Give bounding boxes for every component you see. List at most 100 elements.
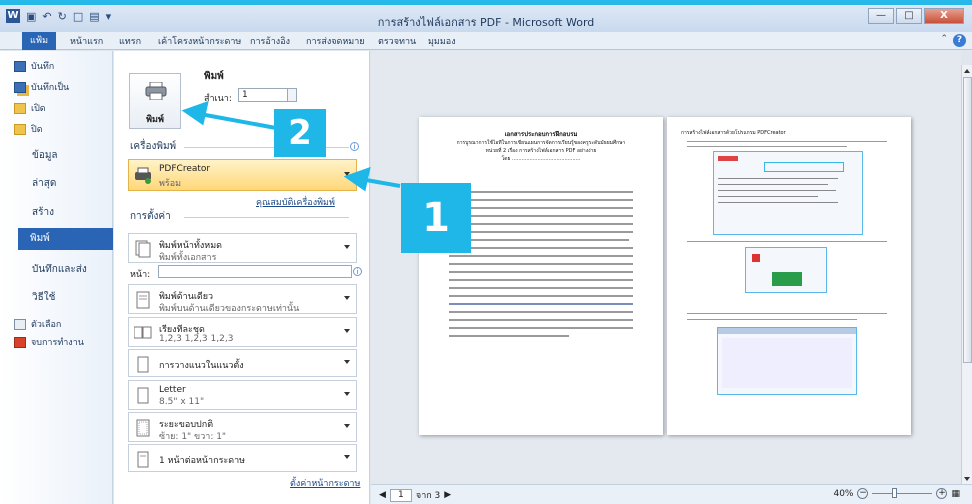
- nav-save-as-label: บันทึกเป็น: [31, 83, 70, 93]
- printer-info-icon[interactable]: i: [350, 142, 359, 151]
- print-heading: พิมพ์: [204, 71, 224, 82]
- zoom-level: 40%: [833, 488, 854, 499]
- nav-recent[interactable]: ล่าสุด: [32, 176, 56, 191]
- text-line: [449, 231, 633, 233]
- text-line: [449, 319, 633, 321]
- collate-icon: [134, 326, 152, 339]
- page-setup-link[interactable]: ตั้งค่าหน้ากระดาษ: [290, 476, 360, 490]
- nav-options[interactable]: ตัวเลือก: [14, 317, 61, 331]
- printer-properties-link[interactable]: คุณสมบัติเครื่องพิมพ์: [256, 195, 335, 209]
- nav-exit[interactable]: จบการทำงาน: [14, 335, 84, 349]
- orientation-label: การวางแนวในแนวตั้ง: [159, 361, 244, 371]
- pages-input[interactable]: [158, 265, 352, 278]
- preview-page-2: การสร้างไฟล์เอกสารด้วยโปรแกรม PDFCreator: [667, 117, 911, 435]
- backstage-nav: บันทึก บันทึกเป็น เปิด ปิด ข้อมูล ล่าสุด…: [0, 51, 113, 504]
- prev-page-icon[interactable]: ◀: [379, 490, 386, 500]
- zoom-control: 40% − + ▦: [833, 488, 960, 499]
- exit-icon: [14, 336, 26, 348]
- installer-thumbnail: [717, 327, 857, 395]
- nav-save-as[interactable]: บันทึกเป็น: [14, 80, 69, 94]
- tab-review[interactable]: ตรวจทาน: [378, 34, 416, 48]
- highlight-box: [764, 162, 844, 172]
- margins-select[interactable]: ระยะขอบปกติ ซ้าย: 1" ขวา: 1": [128, 412, 357, 442]
- minimize-button[interactable]: —: [868, 8, 894, 24]
- tab-page-layout[interactable]: เค้าโครงหน้ากระดาษ: [158, 34, 241, 48]
- chevron-down-icon: [344, 296, 350, 300]
- nav-help[interactable]: วิธีใช้: [32, 290, 55, 305]
- nav-save-send[interactable]: บันทึกและส่ง: [32, 262, 87, 277]
- tab-references[interactable]: การอ้างอิง: [250, 34, 290, 48]
- preview-page-1: เอกสารประกอบการฝึกอบรม การบูรณาการใช้ไอท…: [419, 117, 663, 435]
- next-page-icon[interactable]: ▶: [444, 490, 451, 500]
- settings-heading: การตั้งค่า: [130, 211, 171, 222]
- sides-desc: พิมพ์บนด้านเดียวของกระดาษเท่านั้น: [159, 304, 300, 314]
- pages-per-sheet-icon: [137, 451, 149, 468]
- zoom-slider-knob[interactable]: [892, 488, 898, 498]
- zoom-to-page-icon[interactable]: ▦: [951, 489, 960, 499]
- nav-close-label: ปิด: [31, 125, 43, 135]
- text-line: [449, 199, 633, 201]
- tab-insert[interactable]: แทรก: [119, 34, 141, 48]
- pages-per-sheet-select[interactable]: 1 หน้าต่อหน้ากระดาษ: [128, 444, 357, 472]
- help-icon[interactable]: ?: [953, 34, 966, 47]
- tab-file[interactable]: แฟ้ม: [22, 32, 56, 50]
- pages-icon: [135, 240, 151, 258]
- copies-input[interactable]: 1: [238, 88, 288, 102]
- nav-close[interactable]: ปิด: [14, 122, 43, 136]
- text-line: [687, 146, 847, 147]
- print-settings-panel: พิมพ์ พิมพ์ สำเนา: 1 เครื่องพิมพ์ i PDFC…: [114, 51, 370, 504]
- collate-desc: 1,2,3 1,2,3 1,2,3: [159, 334, 234, 344]
- zoom-out-icon[interactable]: −: [857, 488, 869, 499]
- callout-2: 2: [274, 109, 326, 157]
- nav-save[interactable]: บันทึก: [14, 59, 54, 73]
- text-line: [718, 190, 836, 191]
- current-page-input[interactable]: 1: [389, 488, 412, 502]
- nav-info[interactable]: ข้อมูล: [32, 148, 58, 163]
- tab-home[interactable]: หน้าแรก: [70, 34, 103, 48]
- copies-spinner[interactable]: [287, 88, 297, 102]
- scroll-down-icon[interactable]: [964, 477, 970, 481]
- print-button-label: พิมพ์: [146, 115, 164, 125]
- text-line: [449, 279, 633, 281]
- save-icon: [14, 60, 26, 72]
- tab-mailings[interactable]: การส่งจดหมาย: [306, 34, 365, 48]
- page1-author: โดย ....................................…: [501, 156, 581, 162]
- text-line: [718, 178, 838, 179]
- pages-info-icon[interactable]: i: [353, 267, 362, 276]
- tab-view[interactable]: มุมมอง: [428, 34, 456, 48]
- window-controls: — □ X: [868, 8, 964, 24]
- nav-new[interactable]: สร้าง: [32, 205, 54, 220]
- nav-open[interactable]: เปิด: [14, 101, 46, 115]
- scroll-thumb[interactable]: [963, 77, 972, 363]
- text-line: [449, 263, 633, 265]
- scroll-up-icon[interactable]: [964, 69, 970, 73]
- printer-select[interactable]: PDFCreator พร้อม: [128, 159, 357, 191]
- copies-label: สำเนา:: [204, 94, 232, 104]
- text-line: [449, 207, 633, 209]
- sides-select[interactable]: พิมพ์ด้านเดียว พิมพ์บนด้านเดียวของกระดาษ…: [128, 284, 357, 314]
- collate-select[interactable]: เรียงทีละชุด 1,2,3 1,2,3 1,2,3: [128, 317, 357, 347]
- printer-icon: [145, 82, 167, 100]
- text-line: [449, 215, 633, 217]
- print-button[interactable]: พิมพ์: [129, 73, 181, 129]
- nav-exit-label: จบการทำงาน: [31, 338, 84, 348]
- text-line: [449, 223, 633, 225]
- nav-print[interactable]: พิมพ์: [18, 228, 113, 250]
- paper-size-icon: [137, 387, 149, 404]
- zoom-in-icon[interactable]: +: [936, 488, 948, 499]
- page1-subtitle2: หน่วยที่ 2 เรื่อง การสร้างไฟล์เอกสาร PDF…: [485, 148, 597, 154]
- page1-title: เอกสารประกอบการฝึกอบรม: [504, 131, 578, 138]
- maximize-button[interactable]: □: [896, 8, 922, 24]
- chevron-down-icon: [344, 455, 350, 459]
- portrait-icon: [137, 356, 149, 373]
- google-logo-thumb: [718, 156, 738, 161]
- paper-size-desc: 8.5" x 11": [159, 397, 205, 407]
- paper-size-select[interactable]: Letter 8.5" x 11": [128, 380, 357, 410]
- close-button[interactable]: X: [924, 8, 964, 24]
- vertical-scrollbar[interactable]: [961, 65, 972, 485]
- orientation-select[interactable]: การวางแนวในแนวตั้ง: [128, 349, 357, 377]
- zoom-slider[interactable]: [872, 488, 933, 498]
- print-range-select[interactable]: พิมพ์หน้าทั้งหมด พิมพ์ทั้งเอกสาร: [128, 233, 357, 263]
- minimize-ribbon-icon[interactable]: ⌃: [940, 34, 948, 44]
- text-line: [449, 295, 633, 297]
